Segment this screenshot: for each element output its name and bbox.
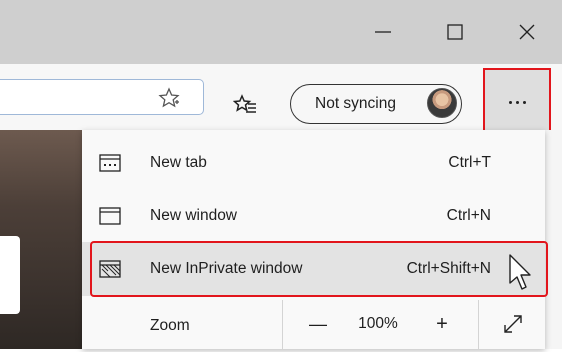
star-add-icon[interactable] (157, 86, 181, 110)
address-bar[interactable] (0, 79, 204, 115)
avatar (427, 88, 457, 118)
menu-item-shortcut: Ctrl+T (448, 154, 491, 171)
zoom-in-button[interactable]: + (426, 302, 458, 346)
zoom-label: Zoom (150, 317, 190, 334)
inprivate-icon (98, 257, 122, 281)
settings-more-button[interactable] (483, 68, 551, 136)
zoom-value: 100% (358, 315, 398, 332)
menu-item-new-window[interactable]: New window Ctrl+N (82, 189, 545, 243)
settings-menu: New tab Ctrl+T New window Ctrl+N New InP… (82, 130, 545, 349)
title-bar (0, 0, 562, 64)
menu-item-label: New InPrivate window (150, 260, 303, 277)
menu-item-shortcut: Ctrl+Shift+N (406, 260, 491, 277)
menu-item-new-tab[interactable]: New tab Ctrl+T (82, 136, 545, 190)
new-window-icon (98, 204, 122, 228)
fullscreen-button[interactable] (496, 302, 530, 346)
zoom-separator (282, 300, 283, 349)
page-background-right (545, 130, 562, 349)
mouse-cursor-icon (509, 254, 531, 290)
zoom-separator (478, 300, 479, 349)
menu-item-label: New window (150, 207, 238, 224)
sync-status-label: Not syncing (315, 95, 396, 112)
menu-item-new-inprivate-window[interactable]: New InPrivate window Ctrl+Shift+N (82, 242, 545, 296)
close-window-button[interactable] (494, 0, 560, 64)
maximize-button[interactable] (422, 0, 488, 64)
new-tab-icon (98, 151, 122, 175)
favorites-list-icon (233, 94, 256, 113)
fullscreen-icon (504, 315, 522, 333)
close-icon (519, 24, 535, 40)
menu-item-shortcut: Ctrl+N (446, 207, 491, 224)
menu-item-label: New tab (150, 154, 207, 171)
profile-sync-button[interactable]: Not syncing (290, 84, 462, 124)
more-dots-icon (508, 100, 526, 104)
minimize-button[interactable] (350, 0, 416, 64)
minimize-icon (375, 31, 391, 33)
maximize-icon (447, 24, 463, 40)
favorites-button[interactable] (232, 92, 258, 118)
page-card (0, 236, 20, 314)
zoom-out-button[interactable]: — (302, 302, 334, 346)
